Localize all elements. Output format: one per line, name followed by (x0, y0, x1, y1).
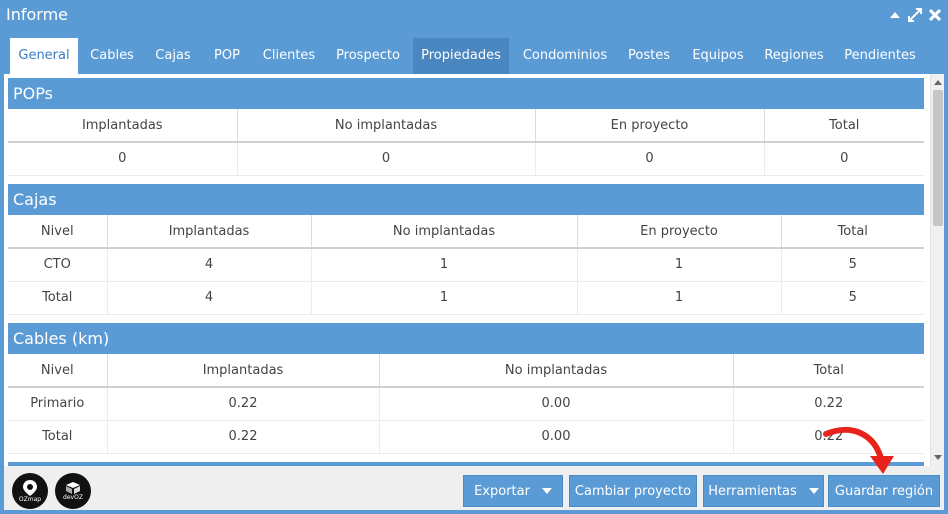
table-cell: 1 (311, 248, 578, 282)
table-cell: 0.22 (733, 387, 924, 421)
change-project-button[interactable]: Cambiar proyecto (569, 475, 697, 507)
table-cell: 5 (781, 281, 924, 315)
table-header-row: Nivel Implantadas No implantadas Total (8, 354, 924, 388)
tools-button[interactable]: Herramientas (703, 475, 824, 507)
table-cell: Total (8, 420, 108, 454)
cube-icon (66, 481, 80, 494)
chevron-down-icon (808, 488, 819, 494)
export-button-label: Exportar (474, 483, 530, 499)
pops-table: Implantadas No implantadas En proyecto T… (8, 109, 924, 176)
table-cell: 1 (311, 281, 578, 315)
table-row: 0 0 0 0 (8, 142, 924, 176)
table-cell: Primario (8, 387, 108, 421)
table-row: CTO 4 1 1 5 (8, 248, 924, 282)
tab-clientes[interactable]: Clientes (256, 38, 322, 74)
column-header: En proyecto (535, 109, 765, 143)
tab-condominios[interactable]: Condominios (516, 38, 614, 74)
tab-pendientes[interactable]: Pendientes (836, 38, 924, 74)
column-header: Implantadas (107, 215, 312, 249)
column-header: Implantadas (8, 109, 238, 143)
close-icon[interactable] (928, 8, 942, 22)
devoz-logo[interactable]: devOZ (55, 473, 91, 509)
report-window: Informe General Cables Cajas POP Cliente… (0, 0, 948, 514)
scrollbar-thumb[interactable] (933, 90, 943, 226)
table-cell: 0 (535, 142, 765, 176)
table-cell: 1 (577, 248, 782, 282)
table-cell: Total (8, 281, 108, 315)
table-cell: 1 (577, 281, 782, 315)
column-header: Implantadas (107, 354, 380, 388)
column-header: Nivel (8, 354, 108, 388)
column-header: Total (764, 109, 924, 143)
table-cell: 0.00 (379, 387, 734, 421)
table-row: Total 0.22 0.00 0.22 (8, 420, 924, 454)
column-header: Total (733, 354, 924, 388)
save-region-button[interactable]: Guardar región (828, 475, 940, 507)
table-cell: 4 (107, 248, 312, 282)
cables-table: Nivel Implantadas No implantadas Total P… (8, 354, 924, 454)
cajas-table: Nivel Implantadas No implantadas En proy… (8, 215, 924, 315)
column-header: Nivel (8, 215, 108, 249)
table-cell: 0 (764, 142, 924, 176)
table-row: Primario 0.22 0.00 0.22 (8, 387, 924, 421)
ozmap-logo[interactable]: OZmap (12, 473, 48, 509)
table-row: Total 4 1 1 5 (8, 281, 924, 315)
section-cables-title: Cables (km) (8, 323, 924, 354)
logo-label: devOZ (63, 493, 83, 501)
table-cell: 4 (107, 281, 312, 315)
report-content[interactable]: POPs Implantadas No implantadas En proye… (4, 74, 944, 466)
column-header: No implantadas (237, 109, 536, 143)
scroll-down-icon[interactable] (934, 455, 942, 460)
tab-equipos[interactable]: Equipos (684, 38, 752, 74)
table-cell: 0.22 (107, 420, 380, 454)
vertical-scrollbar[interactable] (930, 74, 944, 466)
export-button[interactable]: Exportar (463, 475, 563, 507)
tab-cables[interactable]: Cables (82, 38, 142, 74)
window-title: Informe (6, 5, 69, 24)
tab-pop[interactable]: POP (204, 38, 250, 74)
tab-cajas[interactable]: Cajas (148, 38, 198, 74)
tab-postes[interactable]: Postes (620, 38, 678, 74)
table-cell: CTO (8, 248, 108, 282)
table-header-row: Nivel Implantadas No implantadas En proy… (8, 215, 924, 249)
collapse-icon[interactable] (888, 8, 902, 22)
scroll-up-icon[interactable] (934, 80, 942, 85)
window-controls (888, 8, 942, 22)
tab-general[interactable]: General (10, 38, 78, 75)
footer-toolbar: OZmap devOZ Exportar Cambiar proyecto He… (4, 466, 944, 510)
table-cell: 0.22 (107, 387, 380, 421)
column-header: No implantadas (379, 354, 734, 388)
tab-regiones[interactable]: Regiones (758, 38, 830, 74)
expand-icon[interactable] (908, 8, 922, 22)
table-cell: 0.00 (379, 420, 734, 454)
table-cell: 5 (781, 248, 924, 282)
section-cajas-title: Cajas (8, 184, 924, 215)
table-header-row: Implantadas No implantadas En proyecto T… (8, 109, 924, 143)
section-pops-title: POPs (8, 78, 924, 109)
tools-button-label: Herramientas (708, 483, 797, 499)
column-header: No implantadas (311, 215, 578, 249)
chevron-down-icon (541, 488, 552, 494)
logo-label: OZmap (18, 495, 42, 503)
titlebar: Informe (0, 0, 948, 34)
column-header: Total (781, 215, 924, 249)
tab-prospecto[interactable]: Prospecto (328, 38, 408, 74)
table-cell: 0.22 (733, 420, 924, 454)
tab-bar: General Cables Cajas POP Clientes Prospe… (0, 38, 948, 75)
column-header: En proyecto (577, 215, 782, 249)
table-cell: 0 (237, 142, 536, 176)
tab-propiedades[interactable]: Propiedades (413, 38, 509, 74)
map-pin-icon (23, 479, 37, 496)
table-cell: 0 (8, 142, 238, 176)
